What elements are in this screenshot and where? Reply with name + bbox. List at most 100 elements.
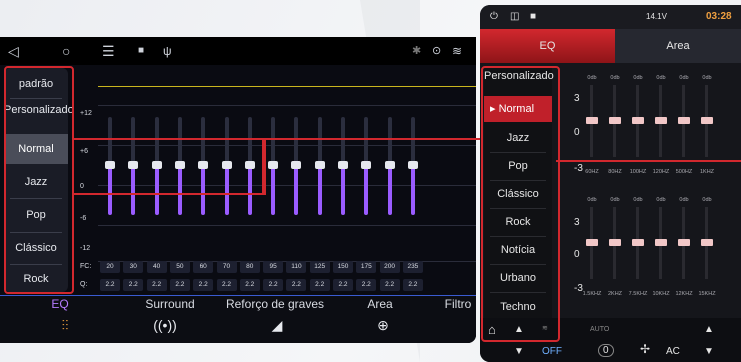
yellow-reference-line: [98, 86, 476, 87]
tab-surround[interactable]: Surround: [120, 295, 220, 313]
equalizer-icon[interactable]: ⫶⫶: [50, 317, 80, 334]
fc-value[interactable]: 235: [402, 261, 423, 273]
fader-knob[interactable]: [268, 161, 279, 169]
band-knob[interactable]: [609, 239, 621, 246]
band-gain: 0db: [656, 197, 666, 203]
fc-value[interactable]: 30: [123, 261, 144, 273]
band-knob[interactable]: [632, 117, 644, 124]
right-status-bar: ⏻ ◫ ■ 14.1V 03:28: [480, 5, 741, 29]
q-value[interactable]: 2.2: [309, 279, 330, 291]
fc-value[interactable]: 95: [263, 261, 284, 273]
wifi-icon: ≋: [452, 44, 463, 58]
band-knob[interactable]: [678, 239, 690, 246]
band-frequency: 10KHZ: [652, 291, 670, 297]
q-value[interactable]: 2.2: [123, 279, 144, 291]
window-icon[interactable]: ◫: [510, 5, 519, 29]
tab-eq[interactable]: EQ: [0, 295, 120, 313]
power-icon[interactable]: ⏻: [490, 5, 498, 29]
fc-value[interactable]: 175: [356, 261, 377, 273]
q-value[interactable]: 2.2: [333, 279, 353, 291]
q-value[interactable]: 2.2: [100, 279, 120, 291]
band-knob[interactable]: [655, 117, 667, 124]
preset-highlight-box: [4, 66, 74, 294]
band-frequency: 60HZ: [585, 169, 599, 175]
band-frequency: 1KHZ: [699, 169, 715, 175]
band-knob[interactable]: [586, 239, 598, 246]
band-gain: 0db: [633, 197, 643, 203]
fc-value[interactable]: 60: [193, 261, 214, 273]
scale-label: 3: [574, 93, 580, 104]
fc-value[interactable]: 70: [216, 261, 237, 273]
area-icon[interactable]: ⊕: [368, 317, 398, 334]
band-frequency: 1.5KHZ: [582, 291, 602, 297]
gain-label: +12: [80, 110, 92, 117]
fc-value[interactable]: 20: [100, 261, 120, 273]
scale-label: 0: [574, 249, 580, 260]
band-knob[interactable]: [678, 117, 690, 124]
fader-fill: [294, 165, 299, 215]
fc-value[interactable]: 200: [379, 261, 400, 273]
auto-label[interactable]: AUTO: [590, 326, 609, 333]
notification-icon: ■: [530, 11, 537, 22]
gain-label: -6: [80, 215, 87, 222]
band-knob[interactable]: [586, 117, 598, 124]
q-value[interactable]: 2.2: [402, 279, 423, 291]
q-value[interactable]: 2.2: [286, 279, 307, 291]
fc-value[interactable]: 150: [333, 261, 353, 273]
home-icon[interactable]: ○: [62, 37, 70, 65]
band-knob[interactable]: [655, 239, 667, 246]
fader-knob[interactable]: [291, 161, 302, 169]
band-knob[interactable]: [701, 117, 713, 124]
highlight-connector: [74, 138, 264, 195]
fc-value[interactable]: 50: [169, 261, 190, 273]
band-frequency: 80HZ: [608, 169, 622, 175]
fader-fill: [410, 165, 415, 215]
band-knob[interactable]: [609, 117, 621, 124]
band-gain: 0db: [587, 75, 597, 81]
off-label[interactable]: OFF: [542, 346, 562, 357]
fader-knob[interactable]: [314, 161, 325, 169]
band-knob[interactable]: [632, 239, 644, 246]
q-value[interactable]: 2.2: [146, 279, 167, 291]
back-icon[interactable]: ◁: [8, 37, 19, 65]
notification-icon: ■: [138, 45, 145, 56]
fc-value[interactable]: 40: [146, 261, 167, 273]
tab-eq[interactable]: EQ: [480, 29, 615, 63]
bass-boost-icon[interactable]: ◢: [262, 317, 292, 334]
scale-label: 0: [574, 127, 580, 138]
fader-knob[interactable]: [407, 161, 418, 169]
volume-down-icon[interactable]: ▼: [704, 346, 714, 357]
surround-icon[interactable]: ((•)): [150, 317, 180, 333]
q-value[interactable]: 2.2: [356, 279, 377, 291]
tab-area[interactable]: Area: [615, 29, 741, 63]
q-value[interactable]: 2.2: [169, 279, 190, 291]
band-frequency: 500HZ: [675, 169, 693, 175]
gain-label: -12: [80, 245, 91, 252]
q-value[interactable]: 2.2: [379, 279, 400, 291]
ac-label[interactable]: AC: [666, 346, 680, 357]
q-value[interactable]: 2.2: [263, 279, 284, 291]
scale-label: 3: [574, 217, 580, 228]
tab-filter[interactable]: Filtro: [430, 295, 476, 313]
band-frequency: 15KHZ: [698, 291, 716, 297]
q-value[interactable]: 2.2: [216, 279, 237, 291]
chevron-down-icon[interactable]: ▼: [514, 346, 524, 357]
fc-value[interactable]: 125: [309, 261, 330, 273]
band-knob[interactable]: [701, 239, 713, 246]
fc-value[interactable]: 110: [286, 261, 307, 273]
fader-knob[interactable]: [361, 161, 372, 169]
menu-icon[interactable]: ☰: [102, 37, 115, 65]
fader-fill: [387, 165, 392, 215]
tab-area[interactable]: Area: [330, 295, 430, 313]
band-gain: 0db: [587, 197, 597, 203]
fader-knob[interactable]: [384, 161, 395, 169]
fc-value[interactable]: 80: [239, 261, 260, 273]
band-frequency: 12KHZ: [675, 291, 693, 297]
q-value[interactable]: 2.2: [193, 279, 214, 291]
tab-bass-boost[interactable]: Reforço de graves: [220, 295, 330, 313]
fan-icon[interactable]: ✢: [640, 342, 650, 356]
volume-up-icon[interactable]: ▲: [704, 324, 714, 335]
q-value[interactable]: 2.2: [239, 279, 260, 291]
bluetooth-icon: ✱: [412, 45, 422, 57]
fader-knob[interactable]: [338, 161, 348, 169]
